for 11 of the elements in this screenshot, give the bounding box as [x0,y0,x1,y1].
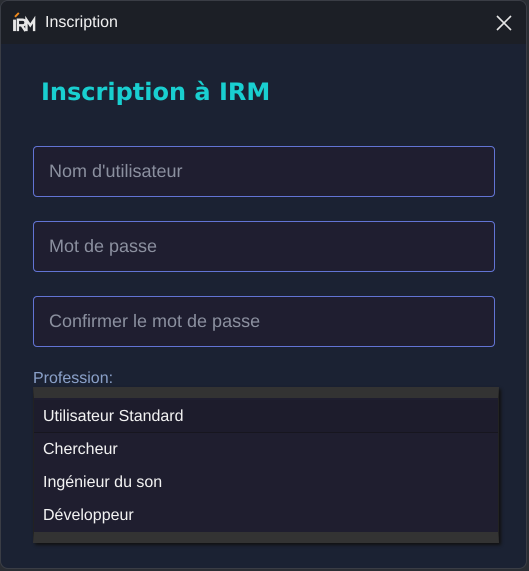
dropdown-option[interactable]: Utilisateur Standard [34,400,498,433]
profession-label: Profession: [33,371,114,387]
close-icon[interactable] [496,14,512,30]
window-title: Inscription [45,14,119,32]
form-heading: Inscription à IRM [41,78,272,108]
input-field[interactable]: Mot de passe [33,221,495,272]
input-field[interactable]: Confirmer le mot de passe [33,296,495,347]
input-field[interactable]: Nom d'utilisateur [33,146,495,197]
dropdown-option[interactable]: Ingénieur du son [34,466,498,499]
dropdown-option[interactable]: Chercheur [34,433,498,466]
dropdown-option[interactable]: Développeur [34,499,498,532]
